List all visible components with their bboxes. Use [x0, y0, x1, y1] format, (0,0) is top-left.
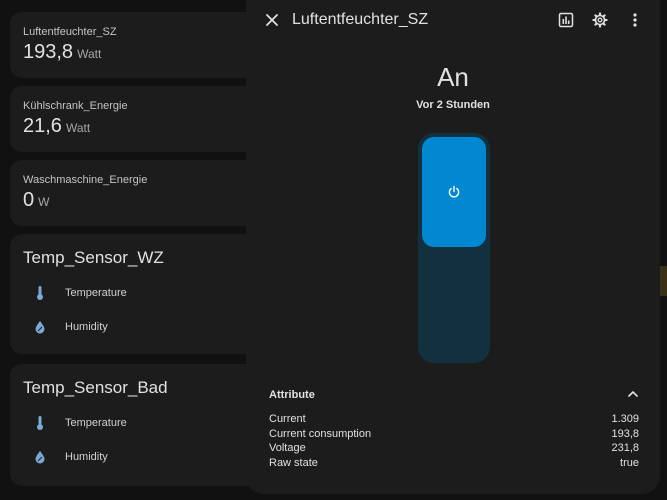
sensor-value-row: 193,8 Watt [23, 41, 247, 64]
sensor-value: 0 [23, 189, 35, 211]
attribute-row: Current 1.309 [269, 413, 639, 428]
temp-sensor-row-label: Humidity [65, 321, 108, 333]
close-button[interactable] [260, 8, 284, 32]
attribute-row: Voltage 231,8 [269, 442, 639, 457]
temp-sensor-row-label: Humidity [65, 451, 108, 463]
history-button[interactable] [554, 8, 578, 32]
sensor-card-kuehlschrank[interactable]: Kühlschrank_Energie 21,6 Watt [10, 86, 260, 152]
settings-button[interactable] [588, 8, 612, 32]
sensor-unit: W [38, 195, 50, 209]
attribute-row: Raw state true [269, 457, 639, 472]
temp-sensor-card-wz: Temp_Sensor_WZ Temperature Humidity [10, 234, 260, 354]
sensor-value-row: 0W [23, 189, 247, 212]
temp-sensor-row-temperature[interactable]: Temperature [23, 276, 247, 310]
temp-sensor-row-label: Temperature [65, 417, 127, 429]
chart-box-icon [558, 12, 574, 28]
sensor-name: Kühlschrank_Energie [23, 100, 128, 112]
sensor-card-luftentfeuchter[interactable]: Luftentfeuchter_SZ 193,8 Watt [10, 12, 260, 78]
attribute-name: Current consumption [269, 427, 372, 440]
water-percent-icon [25, 320, 55, 334]
sensor-name: Waschmaschine_Energie [23, 174, 148, 186]
last-changed: Vor 2 Stunden [416, 99, 490, 111]
entity-state: An [437, 62, 469, 92]
sensor-value-row: 21,6 Watt [23, 115, 247, 138]
toggle-on-segment [422, 137, 486, 247]
attributes-list: Current 1.309 Current consumption 193,8 Vo… [269, 413, 639, 471]
attribute-value: 1.309 [611, 413, 639, 425]
dialog-title: Luftentfeuchter_SZ [292, 11, 429, 28]
sensor-value: 21,6 [23, 115, 62, 137]
sensor-value: 193,8 [23, 41, 74, 63]
temp-sensor-title: Temp_Sensor_WZ [23, 248, 164, 267]
thermometer-icon [25, 285, 55, 301]
sensor-unit: Watt [65, 121, 91, 135]
temp-sensor-card-bad: Temp_Sensor_Bad Temperature Humidity [10, 364, 260, 486]
temp-sensor-row-label: Temperature [65, 287, 127, 299]
temp-sensor-row-temperature[interactable]: Temperature [23, 406, 247, 440]
attribute-name: Current [269, 413, 306, 425]
attribute-value: 231,8 [611, 442, 639, 454]
power-toggle[interactable] [418, 133, 490, 363]
attribute-name: Voltage [269, 442, 306, 454]
attribute-name: Raw state [269, 456, 318, 469]
power-icon [448, 185, 460, 198]
dots-vertical-icon [633, 13, 637, 27]
more-info-dialog: Luftentfeuchter_SZ An Vor 2 Stunden Attr… [246, 0, 660, 494]
background-card-edge [660, 266, 667, 296]
sensor-unit: Watt [77, 47, 102, 61]
close-icon [266, 14, 278, 26]
gear-icon [592, 12, 608, 28]
attribute-value: 193,8 [611, 427, 639, 440]
temp-sensor-rows: Temperature Humidity [23, 406, 247, 474]
temp-sensor-title: Temp_Sensor_Bad [23, 378, 168, 397]
more-options-button[interactable] [623, 8, 647, 32]
chevron-up-icon [628, 391, 638, 397]
dialog-header: Luftentfeuchter_SZ [246, 0, 660, 40]
water-percent-icon [25, 450, 55, 464]
temp-sensor-rows: Temperature Humidity [23, 276, 247, 344]
temp-sensor-row-humidity[interactable]: Humidity [23, 440, 247, 474]
sensor-card-waschmaschine[interactable]: Waschmaschine_Energie 0W [10, 160, 260, 226]
temp-sensor-row-humidity[interactable]: Humidity [23, 310, 247, 344]
attributes-expander[interactable]: Attribute [269, 385, 639, 407]
thermometer-icon [25, 415, 55, 431]
attributes-title: Attribute [269, 389, 315, 401]
attribute-value: true [620, 456, 639, 469]
sensor-name: Luftentfeuchter_SZ [23, 26, 117, 38]
attribute-row: Current consumption 193,8 [269, 428, 639, 443]
